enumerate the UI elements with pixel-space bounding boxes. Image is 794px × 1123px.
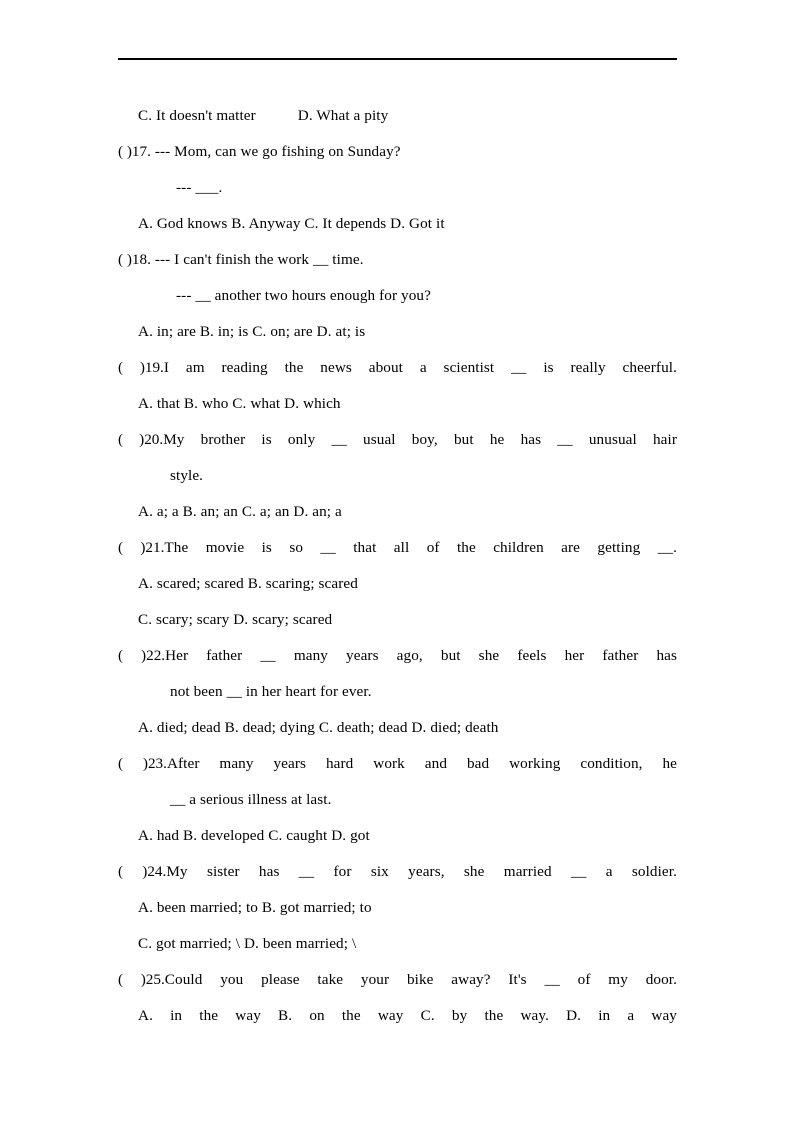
question-20-text: My brother is only __ usual boy, but he …: [163, 431, 677, 448]
question-17-stem-line-2: --- ___.: [176, 179, 223, 196]
question-17-marker: ( )17.: [118, 143, 151, 160]
question-22-text: Her father __ many years ago, but she fe…: [165, 647, 677, 664]
question-18-stem-line-1: ( )18. --- I can't finish the work __ ti…: [118, 242, 677, 278]
question-24-marker: ( )24.: [118, 863, 167, 880]
question-17-options: A. God knows B. Anyway C. It depends D. …: [138, 215, 445, 232]
question-19-text: I am reading the news about a scientist …: [163, 359, 677, 376]
question-21-marker: ( )21.: [118, 539, 165, 556]
option-d-label: D. What a pity: [297, 107, 389, 124]
question-25-marker: ( )25.: [118, 971, 165, 988]
question-21-options-line-1: A. scared; scared B. scaring; scared: [138, 575, 358, 592]
question-18-stem-line-2: --- __ another two hours enough for you?: [176, 287, 431, 304]
carryover-options-line: C. It doesn't matter D. What a pity: [118, 98, 677, 134]
question-23-stem-line-2: __ a serious illness at last.: [170, 791, 332, 808]
header-divider-rule: [118, 58, 677, 60]
question-22-marker: ( )22.: [118, 647, 166, 664]
question-22-options: A. died; dead B. dead; dying C. death; d…: [138, 719, 499, 736]
question-17-stem-line-1: ( )17. --- Mom, can we go fishing on Sun…: [118, 134, 677, 170]
question-17-text: --- Mom, can we go fishing on Sunday?: [154, 143, 401, 160]
question-23-stem-line-1: ( )23.After many years hard work and bad…: [118, 746, 677, 782]
question-24-options-line-1: A. been married; to B. got married; to: [138, 899, 372, 916]
question-24-options-line-2: C. got married; \ D. been married; \: [138, 935, 357, 952]
question-23-text: After many years hard work and bad worki…: [166, 755, 677, 772]
question-22-stem-line-2: not been __ in her heart for ever.: [170, 683, 372, 700]
option-c-label: C. It doesn't matter: [138, 107, 256, 124]
question-23-marker: ( )23.: [118, 755, 167, 772]
question-25-options: A. in the way B. on the way C. by the wa…: [138, 1007, 677, 1024]
question-18-options: A. in; are B. in; is C. on; are D. at; i…: [138, 323, 366, 340]
question-20-stem-line-2: style.: [170, 467, 204, 484]
question-18-marker: ( )18.: [118, 251, 151, 268]
question-20-marker: ( )20.: [118, 431, 164, 448]
question-20-stem-line-1: ( )20.My brother is only __ usual boy, b…: [118, 422, 677, 458]
question-21-text: The movie is so __ that all of the child…: [164, 539, 677, 556]
worksheet-page: C. It doesn't matter D. What a pity ( )17…: [0, 0, 794, 1123]
question-23-options: A. had B. developed C. caught D. got: [138, 827, 370, 844]
worksheet-content: C. It doesn't matter D. What a pity ( )17…: [118, 98, 677, 1034]
question-24-stem: ( )24.My sister has __ for six years, sh…: [118, 854, 677, 890]
question-21-options-line-2: C. scary; scary D. scary; scared: [138, 611, 333, 628]
question-20-options: A. a; a B. an; an C. a; an D. an; a: [138, 503, 342, 520]
question-24-text: My sister has __ for six years, she marr…: [166, 863, 677, 880]
question-25-text: Could you please take your bike away? It…: [164, 971, 677, 988]
question-19-options: A. that B. who C. what D. which: [138, 395, 341, 412]
question-22-stem-line-1: ( )22.Her father __ many years ago, but …: [118, 638, 677, 674]
question-19-stem: ( )19.I am reading the news about a scie…: [118, 350, 677, 386]
question-19-marker: ( )19.: [118, 359, 164, 376]
question-18-text: --- I can't finish the work __ time.: [154, 251, 364, 268]
page-watermark: [371, 51, 433, 85]
question-25-stem: ( )25.Could you please take your bike aw…: [118, 962, 677, 998]
question-21-stem: ( )21.The movie is so __ that all of the…: [118, 530, 677, 566]
